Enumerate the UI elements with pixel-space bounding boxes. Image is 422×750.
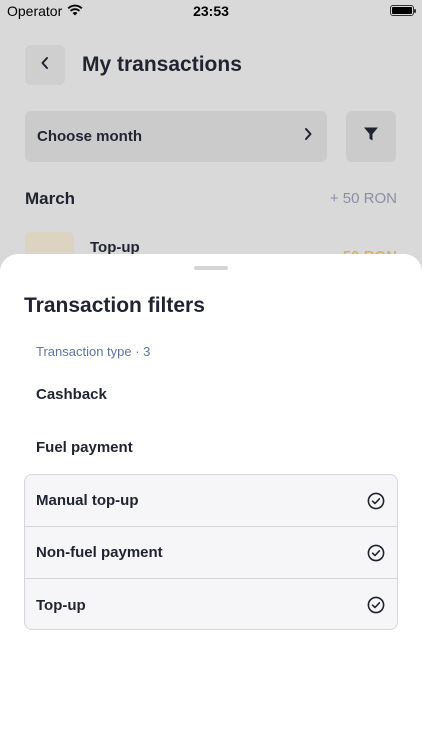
- battery-icon: [390, 5, 416, 16]
- filter-option-cashback[interactable]: Cashback: [24, 368, 398, 420]
- status-bar: Operator 23:53: [0, 0, 422, 22]
- filter-sheet: Transaction filters Transaction type · 3…: [0, 254, 422, 750]
- sheet-grabber[interactable]: [194, 266, 228, 270]
- filter-funnel-icon: [363, 126, 379, 147]
- month-picker-button[interactable]: Choose month: [25, 111, 327, 162]
- status-time: 23:53: [193, 3, 229, 19]
- filter-button[interactable]: [346, 111, 396, 162]
- filter-option-fuel-payment[interactable]: Fuel payment: [24, 421, 398, 473]
- filter-option-top-up[interactable]: Top-up: [25, 579, 397, 629]
- back-button[interactable]: [25, 45, 65, 85]
- filter-option-label: Cashback: [36, 385, 107, 403]
- transaction-type-label: Transaction type · 3: [36, 344, 151, 359]
- filter-option-non-fuel-payment[interactable]: Non-fuel payment: [25, 527, 397, 579]
- selected-filters-group: Manual top-up Non-fuel payment Top-up: [24, 474, 398, 630]
- chevron-right-icon: [304, 127, 313, 146]
- filter-option-label: Non-fuel payment: [36, 544, 163, 561]
- filter-option-label: Fuel payment: [36, 438, 133, 456]
- check-circle-icon: [366, 543, 386, 563]
- page-title: My transactions: [82, 53, 242, 76]
- month-picker-label: Choose month: [37, 128, 142, 145]
- section-month-total: + 50 RON: [329, 190, 397, 207]
- filter-option-label: Top-up: [36, 596, 86, 614]
- check-circle-icon: [366, 491, 386, 511]
- check-circle-icon: [366, 595, 386, 615]
- filter-option-label: Manual top-up: [36, 492, 139, 509]
- chevron-left-icon: [40, 56, 50, 75]
- sheet-title: Transaction filters: [24, 294, 205, 317]
- section-month-label: March: [25, 189, 76, 208]
- filter-option-manual-top-up[interactable]: Manual top-up: [25, 475, 397, 527]
